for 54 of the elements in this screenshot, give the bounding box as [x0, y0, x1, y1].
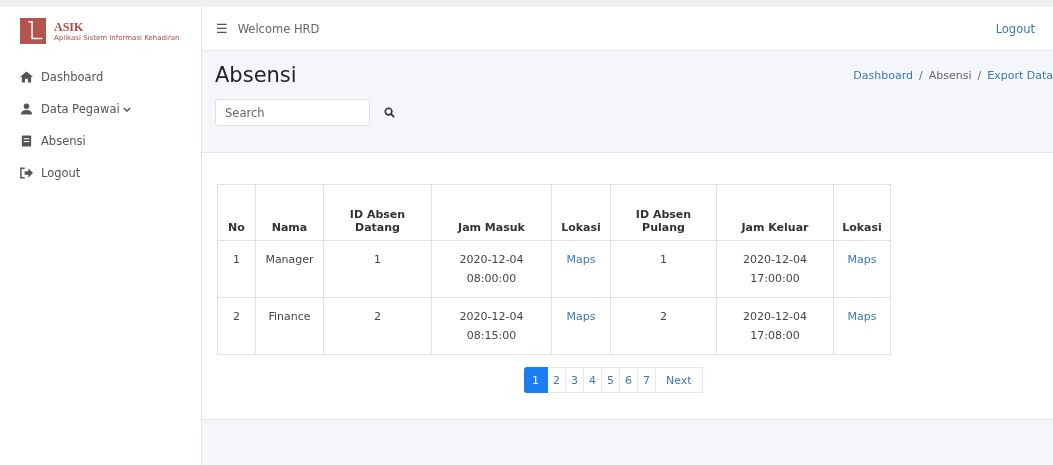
table-cell: Finance — [268, 310, 311, 323]
column-header: Jam Masuk — [431, 184, 552, 241]
column-header: Lokasi — [551, 184, 611, 241]
page-button[interactable]: 6 — [620, 367, 638, 393]
page-title: Absensi — [215, 63, 297, 87]
logout-link[interactable]: Logout — [995, 21, 1035, 36]
book-icon — [20, 135, 33, 147]
brand-title: ASIK — [54, 20, 85, 34]
chevron-down-icon — [122, 106, 131, 112]
table-cell: 2 — [660, 310, 667, 323]
column-header: ID Absen Datang — [323, 184, 432, 241]
page-button[interactable]: 2 — [548, 367, 566, 393]
page-button[interactable]: 7 — [638, 367, 656, 393]
sidebar-item[interactable]: Absensi — [41, 134, 86, 148]
table-cell: 2020-12-04 17:00:00 — [743, 253, 807, 285]
search-field[interactable]: Search — [215, 99, 370, 126]
maps-link[interactable]: Maps — [566, 253, 596, 266]
home-icon — [20, 71, 33, 83]
maps-link[interactable]: Maps — [566, 310, 596, 323]
menu-icon[interactable]: ☰ — [216, 21, 228, 36]
table-cell: Manager — [265, 253, 314, 266]
table-cell: 1 — [233, 253, 240, 266]
breadcrumb-separator: / — [977, 68, 982, 82]
table-cell: 2020-12-04 08:00:00 — [459, 253, 524, 285]
user-icon — [20, 103, 33, 115]
table-cell: 2 — [233, 310, 240, 323]
column-header: Jam Keluar — [716, 184, 834, 241]
breadcrumb-item: Absensi — [928, 68, 972, 82]
logo-icon — [20, 18, 46, 44]
page-button[interactable]: 3 — [566, 367, 584, 393]
column-header: No — [217, 184, 256, 241]
column-header: Nama — [255, 184, 324, 241]
sidebar-item[interactable]: Data Pegawai — [41, 102, 131, 116]
sidebar-item[interactable]: Dashboard — [41, 70, 104, 84]
table-cell: 2020-12-04 17:08:00 — [743, 310, 807, 342]
maps-link[interactable]: Maps — [847, 253, 877, 266]
breadcrumb-link[interactable]: Dashboard — [853, 68, 913, 82]
maps-link[interactable]: Maps — [847, 310, 877, 323]
search-icon[interactable] — [384, 107, 395, 118]
sidebar-item[interactable]: Logout — [41, 166, 81, 180]
breadcrumb-link[interactable]: Export Data — [987, 68, 1053, 82]
table-cell: 2 — [374, 310, 381, 323]
column-header: Lokasi — [833, 184, 891, 241]
table-cell: 2020-12-04 08:15:00 — [459, 310, 524, 342]
table-cell: 1 — [660, 253, 667, 266]
breadcrumb-separator: / — [919, 68, 923, 82]
sign-out-icon — [20, 167, 33, 179]
table-cell: 1 — [374, 253, 381, 266]
page-button[interactable]: 5 — [602, 367, 620, 393]
page-button[interactable]: 1 — [524, 367, 548, 393]
welcome-text: Welcome HRD — [237, 21, 321, 36]
next-button[interactable]: Next — [656, 367, 703, 393]
page-button[interactable]: 4 — [584, 367, 602, 393]
column-header: ID Absen Pulang — [610, 184, 717, 241]
